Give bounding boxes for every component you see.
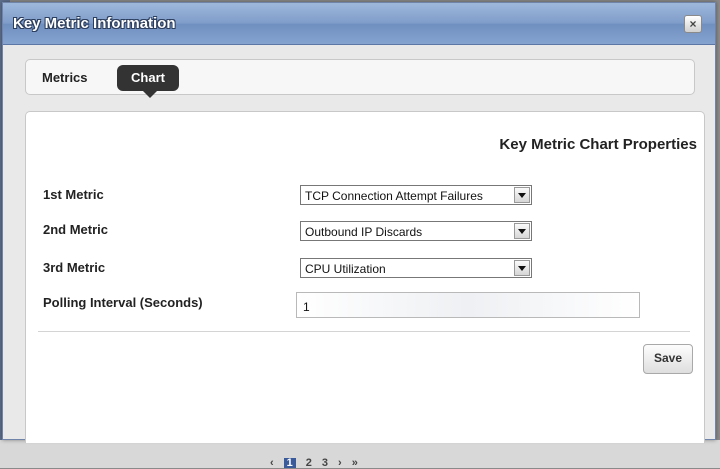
background-window-area: [0, 440, 720, 468]
page-current[interactable]: 1: [283, 458, 296, 469]
chevron-down-icon[interactable]: [514, 187, 530, 203]
metric2-select[interactable]: Outbound IP Discards: [300, 221, 532, 241]
save-button[interactable]: Save: [643, 344, 693, 374]
chevron-right-icon[interactable]: ›: [338, 458, 342, 469]
metric1-value: TCP Connection Attempt Failures: [305, 189, 483, 203]
tab-chart[interactable]: Chart: [117, 65, 179, 91]
polling-interval-label: Polling Interval (Seconds): [43, 295, 203, 310]
metric3-value: CPU Utilization: [305, 262, 386, 276]
metric1-select[interactable]: TCP Connection Attempt Failures: [300, 185, 532, 205]
active-tab-pointer-icon: [143, 91, 157, 98]
tab-bar: Metrics Chart: [25, 59, 695, 98]
metric2-value: Outbound IP Discards: [305, 225, 423, 239]
chevron-down-icon[interactable]: [514, 260, 530, 276]
close-icon[interactable]: ×: [684, 15, 702, 33]
page-link[interactable]: 3: [322, 458, 328, 469]
key-metric-dialog: Key Metric Information × Metrics Chart K…: [2, 2, 716, 443]
metric3-label: 3rd Metric: [43, 260, 106, 275]
page-link[interactable]: 2: [306, 458, 312, 469]
chevron-down-icon[interactable]: [514, 223, 530, 239]
last-page-icon[interactable]: »: [352, 458, 358, 469]
metric3-select[interactable]: CPU Utilization: [300, 258, 532, 278]
divider: [38, 331, 690, 332]
metric1-label: 1st Metric: [43, 187, 104, 202]
chevron-left-icon[interactable]: ‹: [270, 458, 274, 469]
tab-metrics[interactable]: Metrics: [42, 70, 88, 85]
polling-interval-input[interactable]: 1: [296, 292, 640, 318]
metric2-label: 2nd Metric: [43, 222, 109, 237]
dialog-titlebar[interactable]: Key Metric Information ×: [3, 3, 715, 45]
dialog-title: Key Metric Information: [13, 15, 176, 32]
background-pager: ‹ 1 2 3 › »: [270, 458, 358, 469]
chart-properties-panel: Key Metric Chart Properties 1st Metric T…: [25, 111, 705, 443]
section-heading: Key Metric Chart Properties: [499, 136, 697, 153]
